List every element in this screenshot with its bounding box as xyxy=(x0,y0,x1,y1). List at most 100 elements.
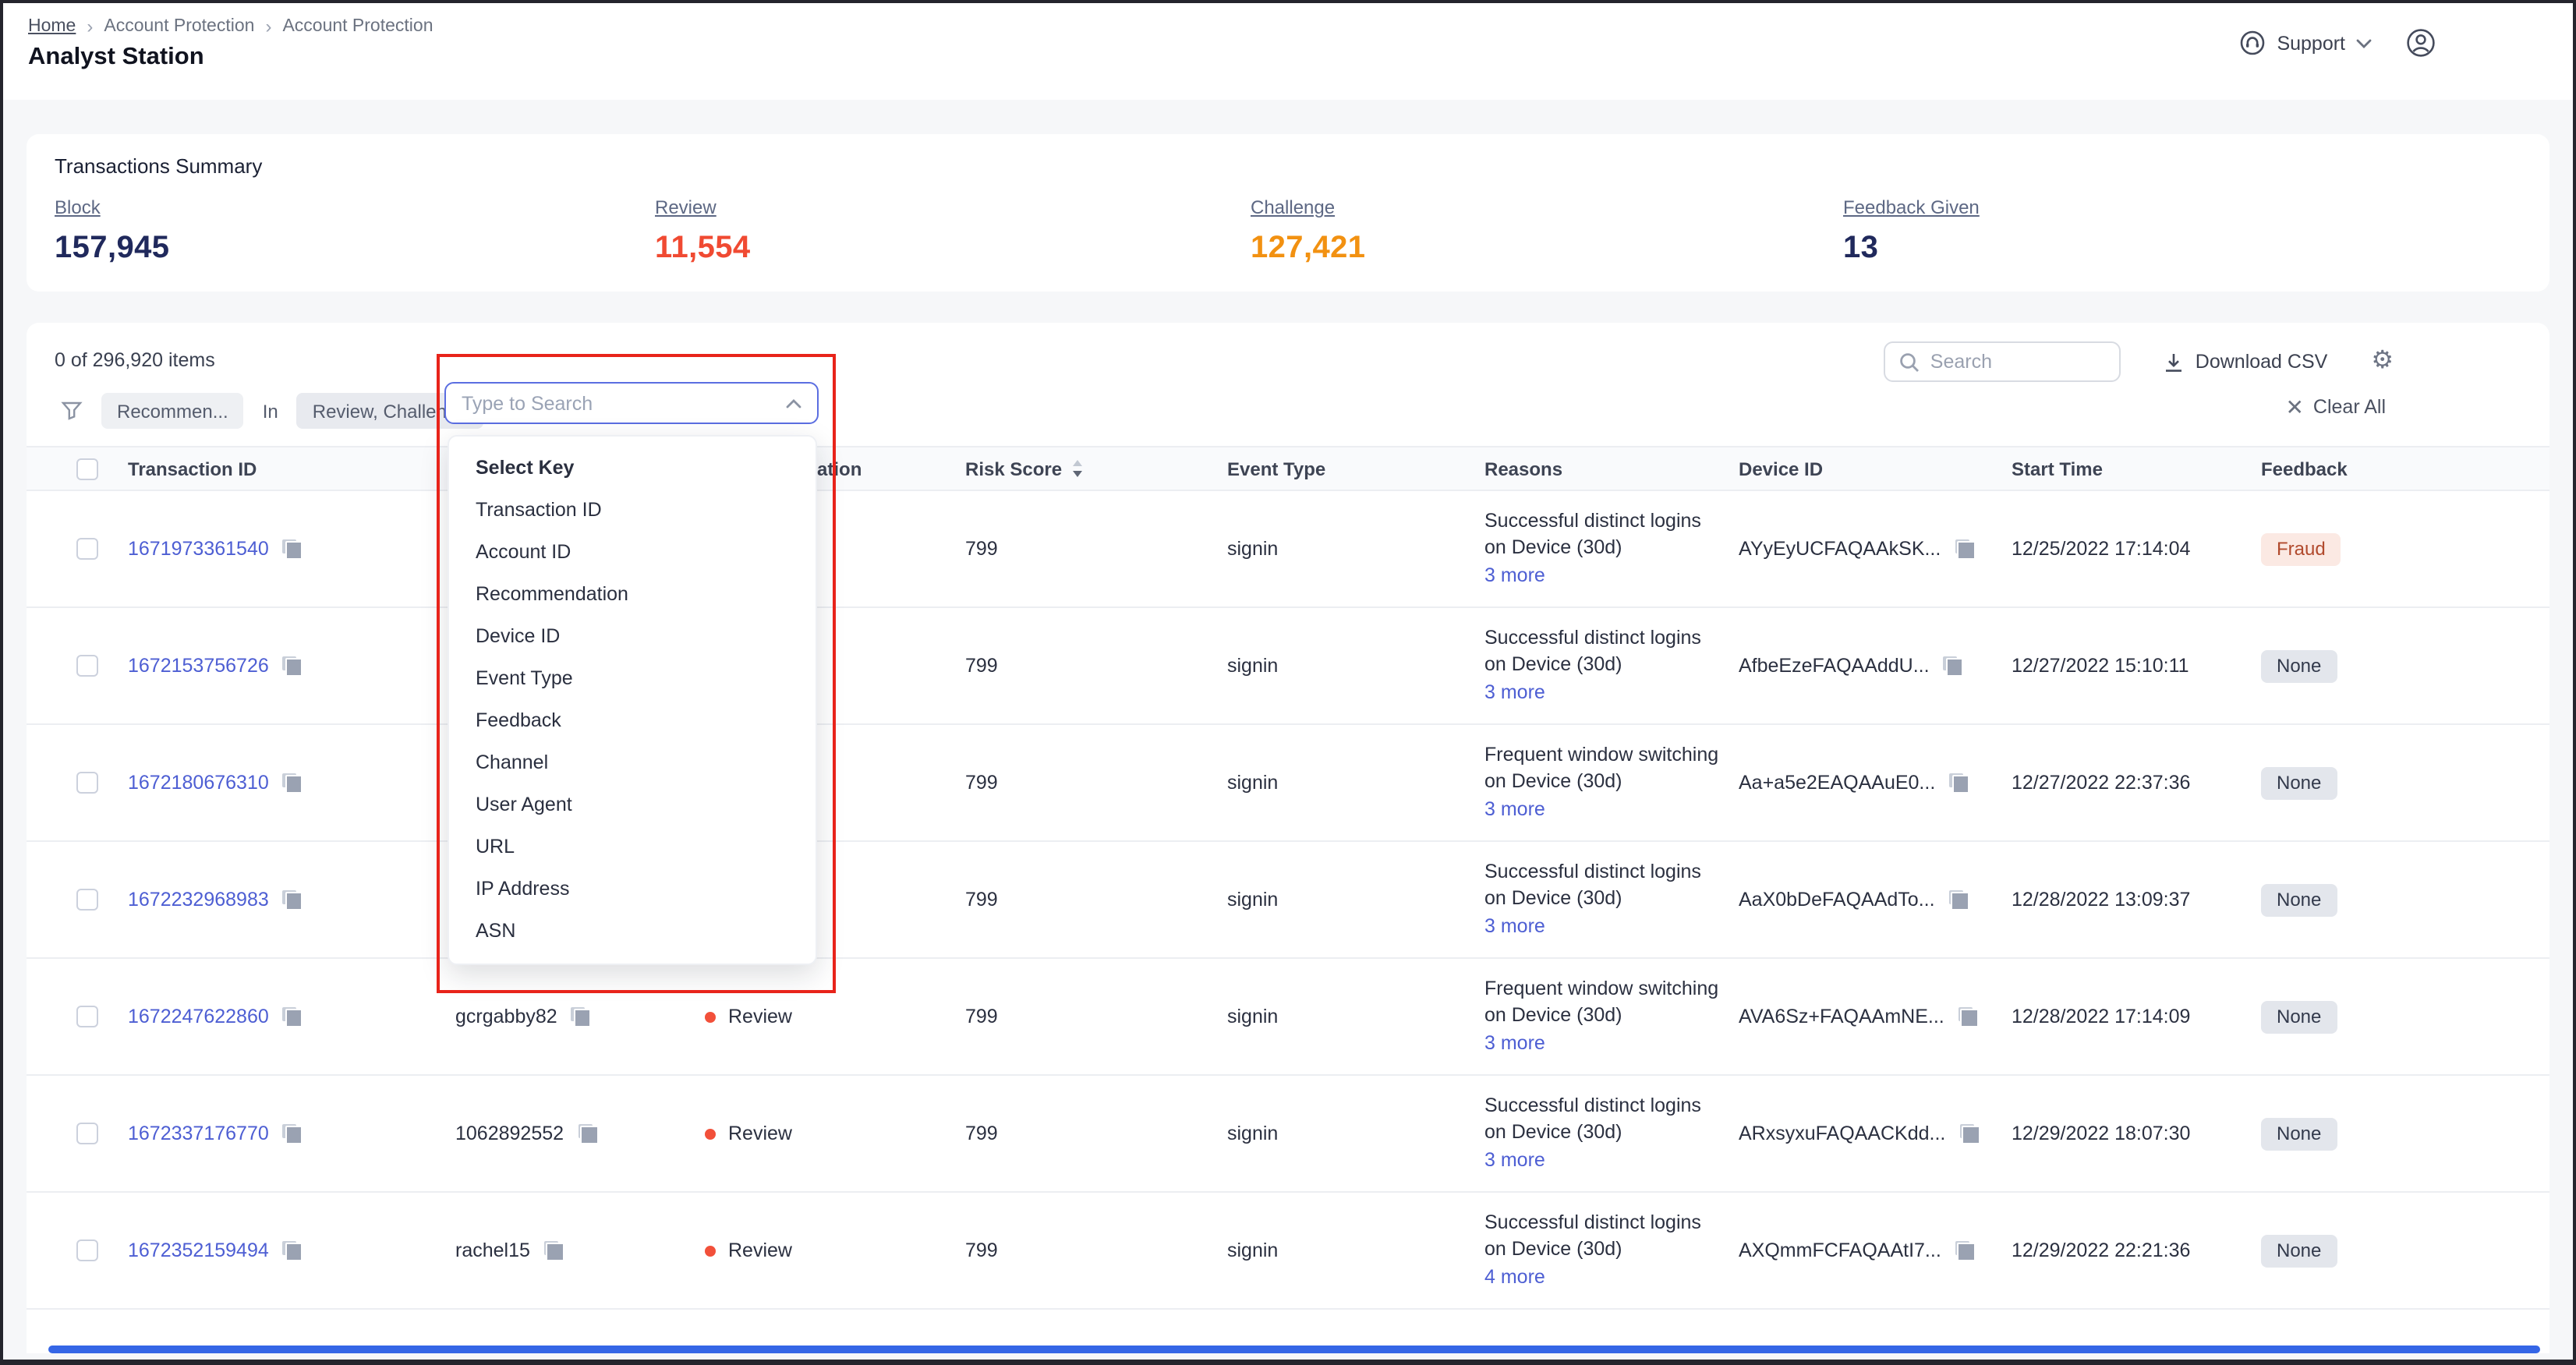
table-row: 1672352159494 rachel15 Review 799 signin… xyxy=(27,1193,2549,1310)
breadcrumb: Home › Account Protection › Account Prot… xyxy=(28,16,433,37)
search-input[interactable] xyxy=(1930,351,2105,373)
more-reasons-link[interactable]: 3 more xyxy=(1484,681,1545,706)
copy-icon[interactable] xyxy=(1959,1123,1980,1144)
copy-icon[interactable] xyxy=(1959,1006,1979,1027)
transaction-id-link[interactable]: 1672247622860 xyxy=(128,1006,269,1027)
select-all-checkbox[interactable] xyxy=(76,458,98,479)
metric-block-link[interactable]: Block xyxy=(55,196,101,218)
transaction-id-link[interactable]: 1671973361540 xyxy=(128,538,269,560)
event-type-value: signin xyxy=(1227,889,1484,911)
copy-icon[interactable] xyxy=(544,1240,564,1261)
key-option-transaction-id[interactable]: Transaction ID xyxy=(449,488,816,530)
copy-icon[interactable] xyxy=(283,1240,303,1261)
event-type-value: signin xyxy=(1227,772,1484,794)
copy-icon[interactable] xyxy=(1955,1240,1976,1261)
breadcrumb-account-protection-link[interactable]: Account Protection xyxy=(104,17,254,36)
breadcrumb-separator: › xyxy=(87,16,93,37)
event-type-value: signin xyxy=(1227,655,1484,677)
reasons-cell: Successful distinct logins on Device (30… xyxy=(1484,1195,1739,1307)
support-icon xyxy=(2239,30,2266,56)
copy-icon[interactable] xyxy=(283,1006,303,1027)
reason-text: Successful distinct logins on Device (30… xyxy=(1484,628,1701,675)
row-checkbox[interactable] xyxy=(76,655,98,677)
copy-icon[interactable] xyxy=(578,1123,598,1144)
key-search-input[interactable] xyxy=(462,392,786,414)
device-id-value: AVA6Sz+FAQAAmNE... xyxy=(1739,1006,1944,1027)
horizontal-scrollbar[interactable] xyxy=(48,1346,2540,1353)
start-time-value: 12/29/2022 18:07:30 xyxy=(2012,1123,2261,1144)
transaction-id-link[interactable]: 1672180676310 xyxy=(128,772,269,794)
key-option-device-id[interactable]: Device ID xyxy=(449,614,816,656)
chevron-down-icon xyxy=(2356,38,2372,48)
filter-icon xyxy=(61,401,83,421)
more-reasons-link[interactable]: 3 more xyxy=(1484,564,1545,589)
row-checkbox[interactable] xyxy=(76,1239,98,1261)
close-icon: ✕ xyxy=(2285,396,2303,418)
download-csv-button[interactable]: Download CSV xyxy=(2164,351,2328,373)
start-time-value: 12/27/2022 22:37:36 xyxy=(2012,772,2261,794)
filter-operator: In xyxy=(263,400,278,422)
event-type-value: signin xyxy=(1227,1239,1484,1261)
column-header-event-type: Event Type xyxy=(1227,458,1484,479)
copy-icon[interactable] xyxy=(1955,539,1975,559)
copy-icon[interactable] xyxy=(1944,656,1964,676)
key-option-channel[interactable]: Channel xyxy=(449,741,816,783)
start-time-value: 12/28/2022 13:09:37 xyxy=(2012,889,2261,911)
table-row: 1672247622860 gcrgabby82 Review 799 sign… xyxy=(27,959,2549,1076)
key-group-label: Select Key xyxy=(449,446,816,488)
copy-icon[interactable] xyxy=(283,539,303,559)
key-option-account-id[interactable]: Account ID xyxy=(449,530,816,572)
key-option-asn[interactable]: ASN xyxy=(449,909,816,951)
transaction-id-link[interactable]: 1672232968983 xyxy=(128,889,269,911)
support-label: Support xyxy=(2277,32,2345,54)
gear-icon[interactable]: ⚙ xyxy=(2371,349,2394,374)
clear-all-button[interactable]: ✕ Clear All xyxy=(2285,396,2386,418)
table-row: 1671973361540 799 signin Successful dist… xyxy=(27,491,2549,608)
transaction-id-link[interactable]: 1672337176770 xyxy=(128,1123,269,1144)
risk-score-value: 799 xyxy=(965,538,1227,560)
transaction-id-link[interactable]: 1672153756726 xyxy=(128,655,269,677)
copy-icon[interactable] xyxy=(1949,773,1969,793)
more-reasons-link[interactable]: 4 more xyxy=(1484,1265,1545,1291)
breadcrumb-separator: › xyxy=(265,16,271,37)
more-reasons-link[interactable]: 3 more xyxy=(1484,1031,1545,1057)
key-option-ip-address[interactable]: IP Address xyxy=(449,867,816,909)
feedback-badge: None xyxy=(2261,766,2337,799)
key-option-feedback[interactable]: Feedback xyxy=(449,698,816,741)
support-menu[interactable]: Support xyxy=(2239,30,2372,56)
row-checkbox[interactable] xyxy=(76,889,98,911)
device-id-value: Aa+a5e2EAQAAuE0... xyxy=(1739,772,1935,794)
more-reasons-link[interactable]: 3 more xyxy=(1484,797,1545,823)
key-option-user-agent[interactable]: User Agent xyxy=(449,783,816,825)
sort-icon[interactable] xyxy=(1073,461,1082,477)
transaction-id-link[interactable]: 1672352159494 xyxy=(128,1239,269,1261)
row-checkbox[interactable] xyxy=(76,1006,98,1027)
chevron-up-icon[interactable] xyxy=(786,398,801,408)
user-avatar[interactable] xyxy=(2406,28,2436,58)
copy-icon[interactable] xyxy=(283,656,303,676)
feedback-badge: None xyxy=(2261,1000,2337,1033)
metric-challenge-link[interactable]: Challenge xyxy=(1251,196,1335,218)
transactions-table-card: 0 of 296,920 items xyxy=(27,323,2549,1353)
row-checkbox[interactable] xyxy=(76,772,98,794)
breadcrumb-home-link[interactable]: Home xyxy=(28,17,76,36)
copy-icon[interactable] xyxy=(1949,889,1969,910)
key-option-url[interactable]: URL xyxy=(449,825,816,867)
reasons-cell: Frequent window switching on Device (30d… xyxy=(1484,727,1739,839)
device-id-value: AXQmmFCFAQAAtI7... xyxy=(1739,1239,1941,1261)
more-reasons-link[interactable]: 3 more xyxy=(1484,1148,1545,1174)
copy-icon[interactable] xyxy=(571,1006,592,1027)
metric-review-link[interactable]: Review xyxy=(655,196,717,218)
key-option-recommendation[interactable]: Recommendation xyxy=(449,572,816,614)
copy-icon[interactable] xyxy=(283,773,303,793)
row-checkbox[interactable] xyxy=(76,1123,98,1144)
copy-icon[interactable] xyxy=(283,889,303,910)
start-time-value: 12/25/2022 17:14:04 xyxy=(2012,538,2261,560)
copy-icon[interactable] xyxy=(283,1123,303,1144)
row-checkbox[interactable] xyxy=(76,538,98,560)
reasons-cell: Frequent window switching on Device (30d… xyxy=(1484,961,1739,1073)
more-reasons-link[interactable]: 3 more xyxy=(1484,914,1545,940)
key-option-event-type[interactable]: Event Type xyxy=(449,656,816,698)
metric-feedback-given-link[interactable]: Feedback Given xyxy=(1843,196,1980,218)
filter-field-chip[interactable]: Recommen... xyxy=(101,393,244,429)
